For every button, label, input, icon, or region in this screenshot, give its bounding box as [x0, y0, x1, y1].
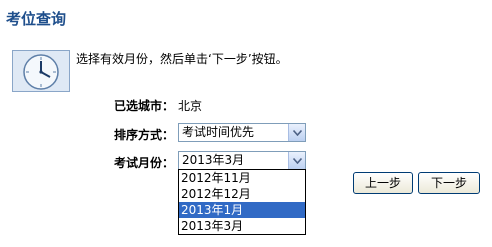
page-title: 考位查询 [6, 10, 67, 28]
city-label: 已选城市： [113, 99, 174, 113]
instruction-text: 选择有效月份，然后单击‘下一步’按钮。 [76, 52, 288, 66]
sort-select-value: 考试时间优先 [182, 125, 255, 139]
month-option[interactable]: 2013年3月 [179, 218, 305, 234]
month-label: 考试月份： [113, 156, 174, 170]
chevron-down-icon[interactable] [288, 152, 305, 169]
chevron-down-icon[interactable] [288, 124, 305, 141]
month-select[interactable]: 2013年3月 [178, 151, 306, 170]
sort-label: 排序方式： [113, 128, 174, 142]
next-button[interactable]: 下一步 [418, 172, 480, 194]
month-dropdown-list: 2012年11月 2012年12月 2013年1月 2013年3月 [178, 169, 306, 235]
city-value: 北京 [178, 99, 203, 113]
clock-icon [12, 50, 70, 92]
month-select-value: 2013年3月 [182, 153, 245, 167]
month-option-highlighted[interactable]: 2013年1月 [179, 202, 305, 218]
month-option[interactable]: 2012年12月 [179, 186, 305, 202]
sort-select[interactable]: 考试时间优先 [178, 123, 306, 142]
prev-button[interactable]: 上一步 [353, 172, 413, 194]
month-option[interactable]: 2012年11月 [179, 170, 305, 186]
